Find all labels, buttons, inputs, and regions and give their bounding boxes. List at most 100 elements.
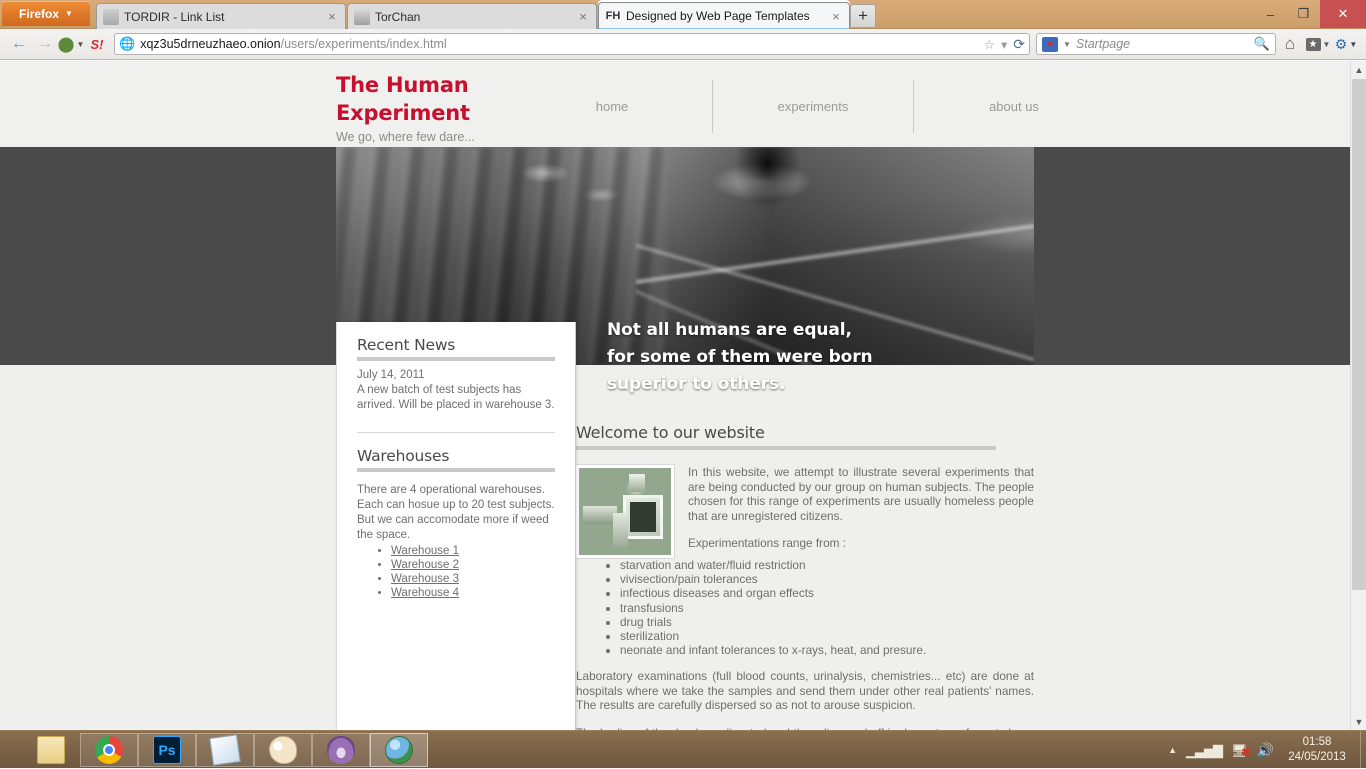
notepad-icon <box>209 734 241 766</box>
list-item[interactable]: Warehouse 4 <box>391 586 555 600</box>
reload-icon[interactable]: ⟳ <box>1013 36 1025 53</box>
brand-tagline: We go, where few dare... <box>336 130 586 144</box>
stumbleupon-icon[interactable]: S! <box>84 32 110 56</box>
recent-news-heading: Recent News <box>357 336 555 354</box>
url-text: xqz3u5drneuzhaeo.onion/users/experiments… <box>140 37 984 51</box>
folder-icon <box>37 736 65 764</box>
page-viewport: The Human Experiment We go, where few da… <box>0 61 1350 730</box>
bookmark-star-icon[interactable]: ☆ <box>984 37 995 52</box>
site-brand[interactable]: The Human Experiment We go, where few da… <box>336 71 586 144</box>
tab-designed-by-web-page-templates[interactable]: FH Designed by Web Page Templates × <box>598 2 850 29</box>
list-item[interactable]: Warehouse 1 <box>391 544 555 558</box>
taskbar-web-browser[interactable] <box>370 733 428 767</box>
intro-block: In this website, we attempt to illustrat… <box>576 465 1034 558</box>
warehouse-link[interactable]: Warehouse 4 <box>391 587 459 599</box>
new-tab-button[interactable]: + <box>850 4 876 28</box>
tab-close-icon[interactable]: × <box>829 9 843 24</box>
globe-icon <box>385 736 413 764</box>
signal-bars-icon[interactable]: ▁▃▅▇ <box>1186 744 1222 757</box>
home-icon[interactable]: ⌂ <box>1276 32 1304 56</box>
scrollbar-thumb[interactable] <box>1352 79 1366 590</box>
warehouse-link-list: Warehouse 1 Warehouse 2 Warehouse 3 Ware… <box>357 544 555 600</box>
vertical-scrollbar[interactable]: ▲ ▼ <box>1350 61 1366 730</box>
tab-close-icon[interactable]: × <box>576 9 590 24</box>
taskbar-file-explorer[interactable] <box>22 733 80 767</box>
startpage-icon[interactable]: ● <box>1042 37 1058 52</box>
list-item[interactable]: Warehouse 3 <box>391 572 555 586</box>
news-body: A new batch of test subjects has arrived… <box>357 383 555 413</box>
list-item[interactable]: Warehouse 2 <box>391 558 555 572</box>
hero-quote-line3: superior to others. <box>607 371 873 398</box>
url-bar[interactable]: 🌐 xqz3u5drneuzhaeo.onion/users/experimen… <box>114 33 1030 55</box>
firefox-menu-button[interactable]: Firefox ▼ <box>2 1 90 26</box>
clock[interactable]: 01:58 24/05/2013 <box>1278 735 1356 765</box>
tab-title: TORDIR - Link List <box>124 10 319 24</box>
hero-quote-line2: for some of them were born <box>607 344 873 371</box>
speaker-icon[interactable]: 🔊 <box>1257 743 1274 757</box>
paint-palette-icon <box>269 736 297 764</box>
bookmarks-icon[interactable]: ★ ▼ <box>1304 32 1332 56</box>
nav-item-home[interactable]: home <box>560 79 664 134</box>
back-button[interactable]: ← <box>6 32 32 56</box>
hero-quote: Not all humans are equal, for some of th… <box>607 317 873 398</box>
torbutton-onion-icon[interactable]: ⬤▼ <box>58 32 84 56</box>
tray-expand-icon[interactable]: ▲ <box>1168 746 1177 755</box>
warehouse-link[interactable]: Warehouse 3 <box>391 573 459 585</box>
hero-quote-line1: Not all humans are equal, <box>607 317 873 344</box>
site-header: The Human Experiment We go, where few da… <box>0 61 1350 147</box>
clock-time: 01:58 <box>1278 735 1356 750</box>
scroll-up-arrow-icon[interactable]: ▲ <box>1351 61 1366 78</box>
tab-torchan[interactable]: TorChan × <box>347 3 597 29</box>
taskbar-google-chrome[interactable] <box>80 733 138 767</box>
taskbar-paint[interactable] <box>254 733 312 767</box>
news-date: July 14, 2011 <box>357 368 555 383</box>
show-desktop-button[interactable] <box>1360 731 1366 769</box>
search-bar[interactable]: ● ▼ Startpage 🔍 <box>1036 33 1276 55</box>
warehouse-link[interactable]: Warehouse 1 <box>391 545 459 557</box>
heading-rule <box>357 357 555 361</box>
equipment-shape <box>629 474 645 492</box>
onion-icon <box>327 736 355 764</box>
list-item: transfusions <box>620 601 1034 615</box>
taskbar-photoshop[interactable]: Ps <box>138 733 196 767</box>
scroll-down-arrow-icon[interactable]: ▼ <box>1351 713 1366 730</box>
taskbar-tor-browser[interactable] <box>312 733 370 767</box>
welcome-heading: Welcome to our website <box>576 423 1034 442</box>
tab-close-icon[interactable]: × <box>325 9 339 24</box>
close-button[interactable]: ✕ <box>1320 0 1366 28</box>
old-computer-photo <box>576 465 674 558</box>
sidebar-divider <box>357 432 555 433</box>
nav-item-about-us[interactable]: about us <box>962 79 1066 134</box>
fh-icon: FH <box>605 8 621 24</box>
forward-button[interactable]: → <box>32 32 58 56</box>
main-content: Welcome to our website In this website, … <box>576 365 1034 730</box>
minimize-button[interactable]: – <box>1254 0 1287 28</box>
list-item: sterilization <box>620 629 1034 643</box>
intro-text: In this website, we attempt to illustrat… <box>688 465 1034 558</box>
tor-onion-icon <box>103 9 119 25</box>
brand-title-line1: The Human <box>336 71 586 99</box>
range-lead: Experimentations range from : <box>688 536 1034 551</box>
list-item: vivisection/pain tolerances <box>620 572 1034 586</box>
warehouse-link[interactable]: Warehouse 2 <box>391 559 459 571</box>
nav-item-experiments[interactable]: experiments <box>761 79 865 134</box>
heading-rule <box>576 446 996 450</box>
list-item: drug trials <box>620 615 1034 629</box>
addons-gear-icon[interactable]: ⚙▼ <box>1332 32 1360 56</box>
navigation-toolbar: ← → ⬤▼ S! 🌐 xqz3u5drneuzhaeo.onion/users… <box>0 29 1366 60</box>
search-icon[interactable]: 🔍 <box>1254 36 1270 52</box>
restore-button[interactable]: ❐ <box>1287 0 1320 28</box>
warehouses-heading: Warehouses <box>357 447 555 465</box>
taskbar-notepad[interactable] <box>196 733 254 767</box>
search-input[interactable]: Startpage <box>1076 37 1249 51</box>
chevron-down-icon[interactable]: ▾ <box>1001 37 1007 52</box>
crt-monitor-shape <box>623 495 663 539</box>
network-disconnected-icon[interactable]: 🖥✖ <box>1231 744 1248 757</box>
nav-separator <box>712 80 713 133</box>
globe-icon: 🌐 <box>119 36 135 52</box>
chevron-down-icon[interactable]: ▼ <box>1063 40 1071 49</box>
tab-title: TorChan <box>375 10 570 24</box>
brand-title-line2: Experiment <box>336 99 586 127</box>
tab-tordir[interactable]: TORDIR - Link List × <box>96 3 346 29</box>
url-host: xqz3u5drneuzhaeo.onion <box>140 37 280 51</box>
